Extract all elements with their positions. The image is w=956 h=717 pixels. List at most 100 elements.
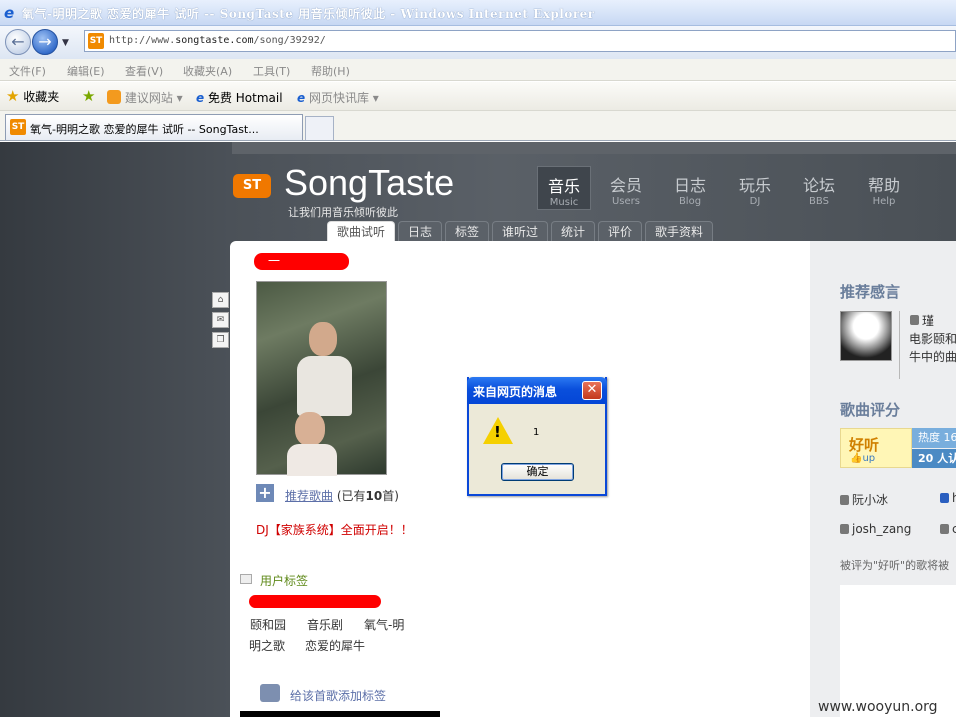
add-tag-link[interactable]: 给该首歌添加标签 [290,687,386,704]
poster-figure-woman [295,412,325,446]
nav-help-en: Help [872,196,896,207]
nav-dj[interactable]: 玩乐 DJ [728,166,782,210]
url-prefix: http://www. [109,35,176,46]
url-path: /song/39292/ [253,35,326,46]
up-label: up [862,453,876,464]
recommendation-text: 牛中的曲 [909,350,956,364]
url-domain: songtaste.com [175,35,254,46]
header-top-strip [232,142,956,154]
ie-page-icon: e [297,91,306,105]
songtaste-logo-icon[interactable]: ST [233,174,271,198]
avatar[interactable] [840,311,892,361]
thumbs-up-icon: 👍up [850,453,876,464]
nav-music-en: Music [549,197,579,208]
hotmail-label: 免费 Hotmail [207,91,283,105]
address-bar[interactable]: ST http://www.songtaste.com/song/39292/ [84,30,956,52]
alert-dialog: 来自网页的消息 ✕ ! 1 确定 [467,377,607,496]
subtab-blog[interactable]: 日志 [398,221,442,242]
nav-help[interactable]: 帮助 Help [857,166,911,210]
subtab-tags[interactable]: 标签 [445,221,489,242]
tag-link[interactable]: 氧气-明 [364,616,404,633]
menu-help[interactable]: 帮助(H) [311,63,350,79]
add-tag-icon[interactable] [260,684,280,702]
suggested-sites[interactable]: 建议网站 ▾ [107,89,183,106]
tag-link[interactable]: 恋爱的犀牛 [305,637,365,654]
menu-tools[interactable]: 工具(T) [253,63,290,79]
forward-button[interactable]: → [32,29,58,55]
user-icon [840,495,849,505]
music-player-bar[interactable] [240,711,440,717]
new-tab-button[interactable] [305,116,334,140]
ok-button[interactable]: 确定 [501,463,574,481]
add-favorite-icon[interactable]: ★ [82,87,95,105]
ie-page-icon: e [196,91,205,105]
recommend-song-link[interactable]: 推荐歌曲 [285,489,333,503]
subtab-reviews[interactable]: 评价 [598,221,642,242]
home-icon[interactable]: ⌂ [212,292,229,308]
user-icon [940,493,949,503]
heat-stat: 热度 1678 [912,428,956,448]
voter-name: h [952,491,956,505]
nav-help-cn: 帮助 [867,176,900,195]
dialog-titlebar: 来自网页的消息 ✕ [467,377,607,404]
site-favicon-icon: ST [10,119,26,135]
voter-link[interactable]: h [940,491,956,505]
nav-users[interactable]: 会员 Users [599,166,653,210]
nav-blog[interactable]: 日志 Blog [663,166,717,210]
back-button[interactable]: ← [5,29,31,55]
subtab-listen[interactable]: 歌曲试听 [327,221,395,242]
tag-link[interactable]: 明之歌 [249,637,285,654]
dj-family-notice[interactable]: DJ【家族系统】全面开启！！ [256,521,413,538]
recent-pages-dropdown-icon[interactable]: ▼ [62,38,69,48]
hotmail-link[interactable]: e 免费 Hotmail [196,89,283,106]
nav-dj-en: DJ [749,196,761,207]
sidebar-white-box [840,585,956,717]
nav-bbs[interactable]: 论坛 BBS [792,166,846,210]
menu-favorites[interactable]: 收藏夹(A) [183,63,232,79]
good-vote-button[interactable]: 好听 👍up [840,428,912,468]
redacted-text [249,595,381,608]
user-icon [840,524,849,534]
copy-icon[interactable]: ❐ [212,332,229,348]
warning-exclamation: ! [494,423,501,441]
voter-name: c [952,522,956,536]
subtab-stats[interactable]: 统计 [551,221,595,242]
menu-bar: 文件(F) 编辑(E) 查看(V) 收藏夹(A) 工具(T) 帮助(H) [0,59,956,81]
window-titlebar: e 氧气-明明之歌 恋爱的犀牛 试听 -- SongTaste 用音乐倾听彼此 … [0,0,956,26]
window-title: 氧气-明明之歌 恋爱的犀牛 试听 -- SongTaste 用音乐倾听彼此 - … [22,7,595,21]
tag-icon [240,574,252,584]
recommend-suffix: 首) [382,489,399,503]
recommend-prefix: (已有 [336,489,366,503]
voter-name: 阮小冰 [852,493,889,507]
address-url[interactable]: http://www.songtaste.com/song/39292/ [109,35,326,46]
nav-music[interactable]: 音乐 Music [537,166,591,210]
voter-link[interactable]: 阮小冰 [840,491,888,508]
song-title-dash: 一 [268,254,281,268]
nav-dj-cn: 玩乐 [738,176,771,195]
subtab-artist-info[interactable]: 歌手资料 [645,221,713,242]
voter-link[interactable]: josh_zang [840,522,911,536]
menu-file[interactable]: 文件(F) [9,63,46,79]
album-cover-image [256,281,387,476]
tag-link[interactable]: 音乐剧 [307,616,343,633]
menu-view[interactable]: 查看(V) [125,63,163,79]
web-slice-gallery[interactable]: e 网页快讯库 ▾ [297,89,379,106]
tab-active[interactable]: ST 氧气-明明之歌 恋爱的犀牛 试听 -- SongTast... [5,114,303,140]
recommend-plus-icon[interactable]: + [256,484,274,502]
recommender-name[interactable]: 瑾 [910,312,934,329]
dialog-close-button[interactable]: ✕ [582,381,602,400]
site-logo-text[interactable]: SongTaste [284,162,454,204]
nav-users-en: Users [611,196,640,207]
rating-note: 被评为"好听"的歌将被 [840,559,950,572]
nav-blog-en: Blog [678,196,702,207]
nav-blog-cn: 日志 [673,176,706,195]
subtab-who-listened[interactable]: 谁听过 [492,221,548,242]
menu-edit[interactable]: 编辑(E) [67,63,105,79]
mail-icon[interactable]: ✉ [212,312,229,328]
web-slice-label: 网页快讯库 ▾ [308,91,379,105]
redacted-song-title: 一 [254,253,349,270]
favorites-button[interactable]: ★ 收藏夹 [6,87,59,105]
tag-link[interactable]: 颐和园 [250,616,286,633]
suggested-sites-label: 建议网站 ▾ [124,91,183,105]
voter-link[interactable]: c [940,522,956,536]
